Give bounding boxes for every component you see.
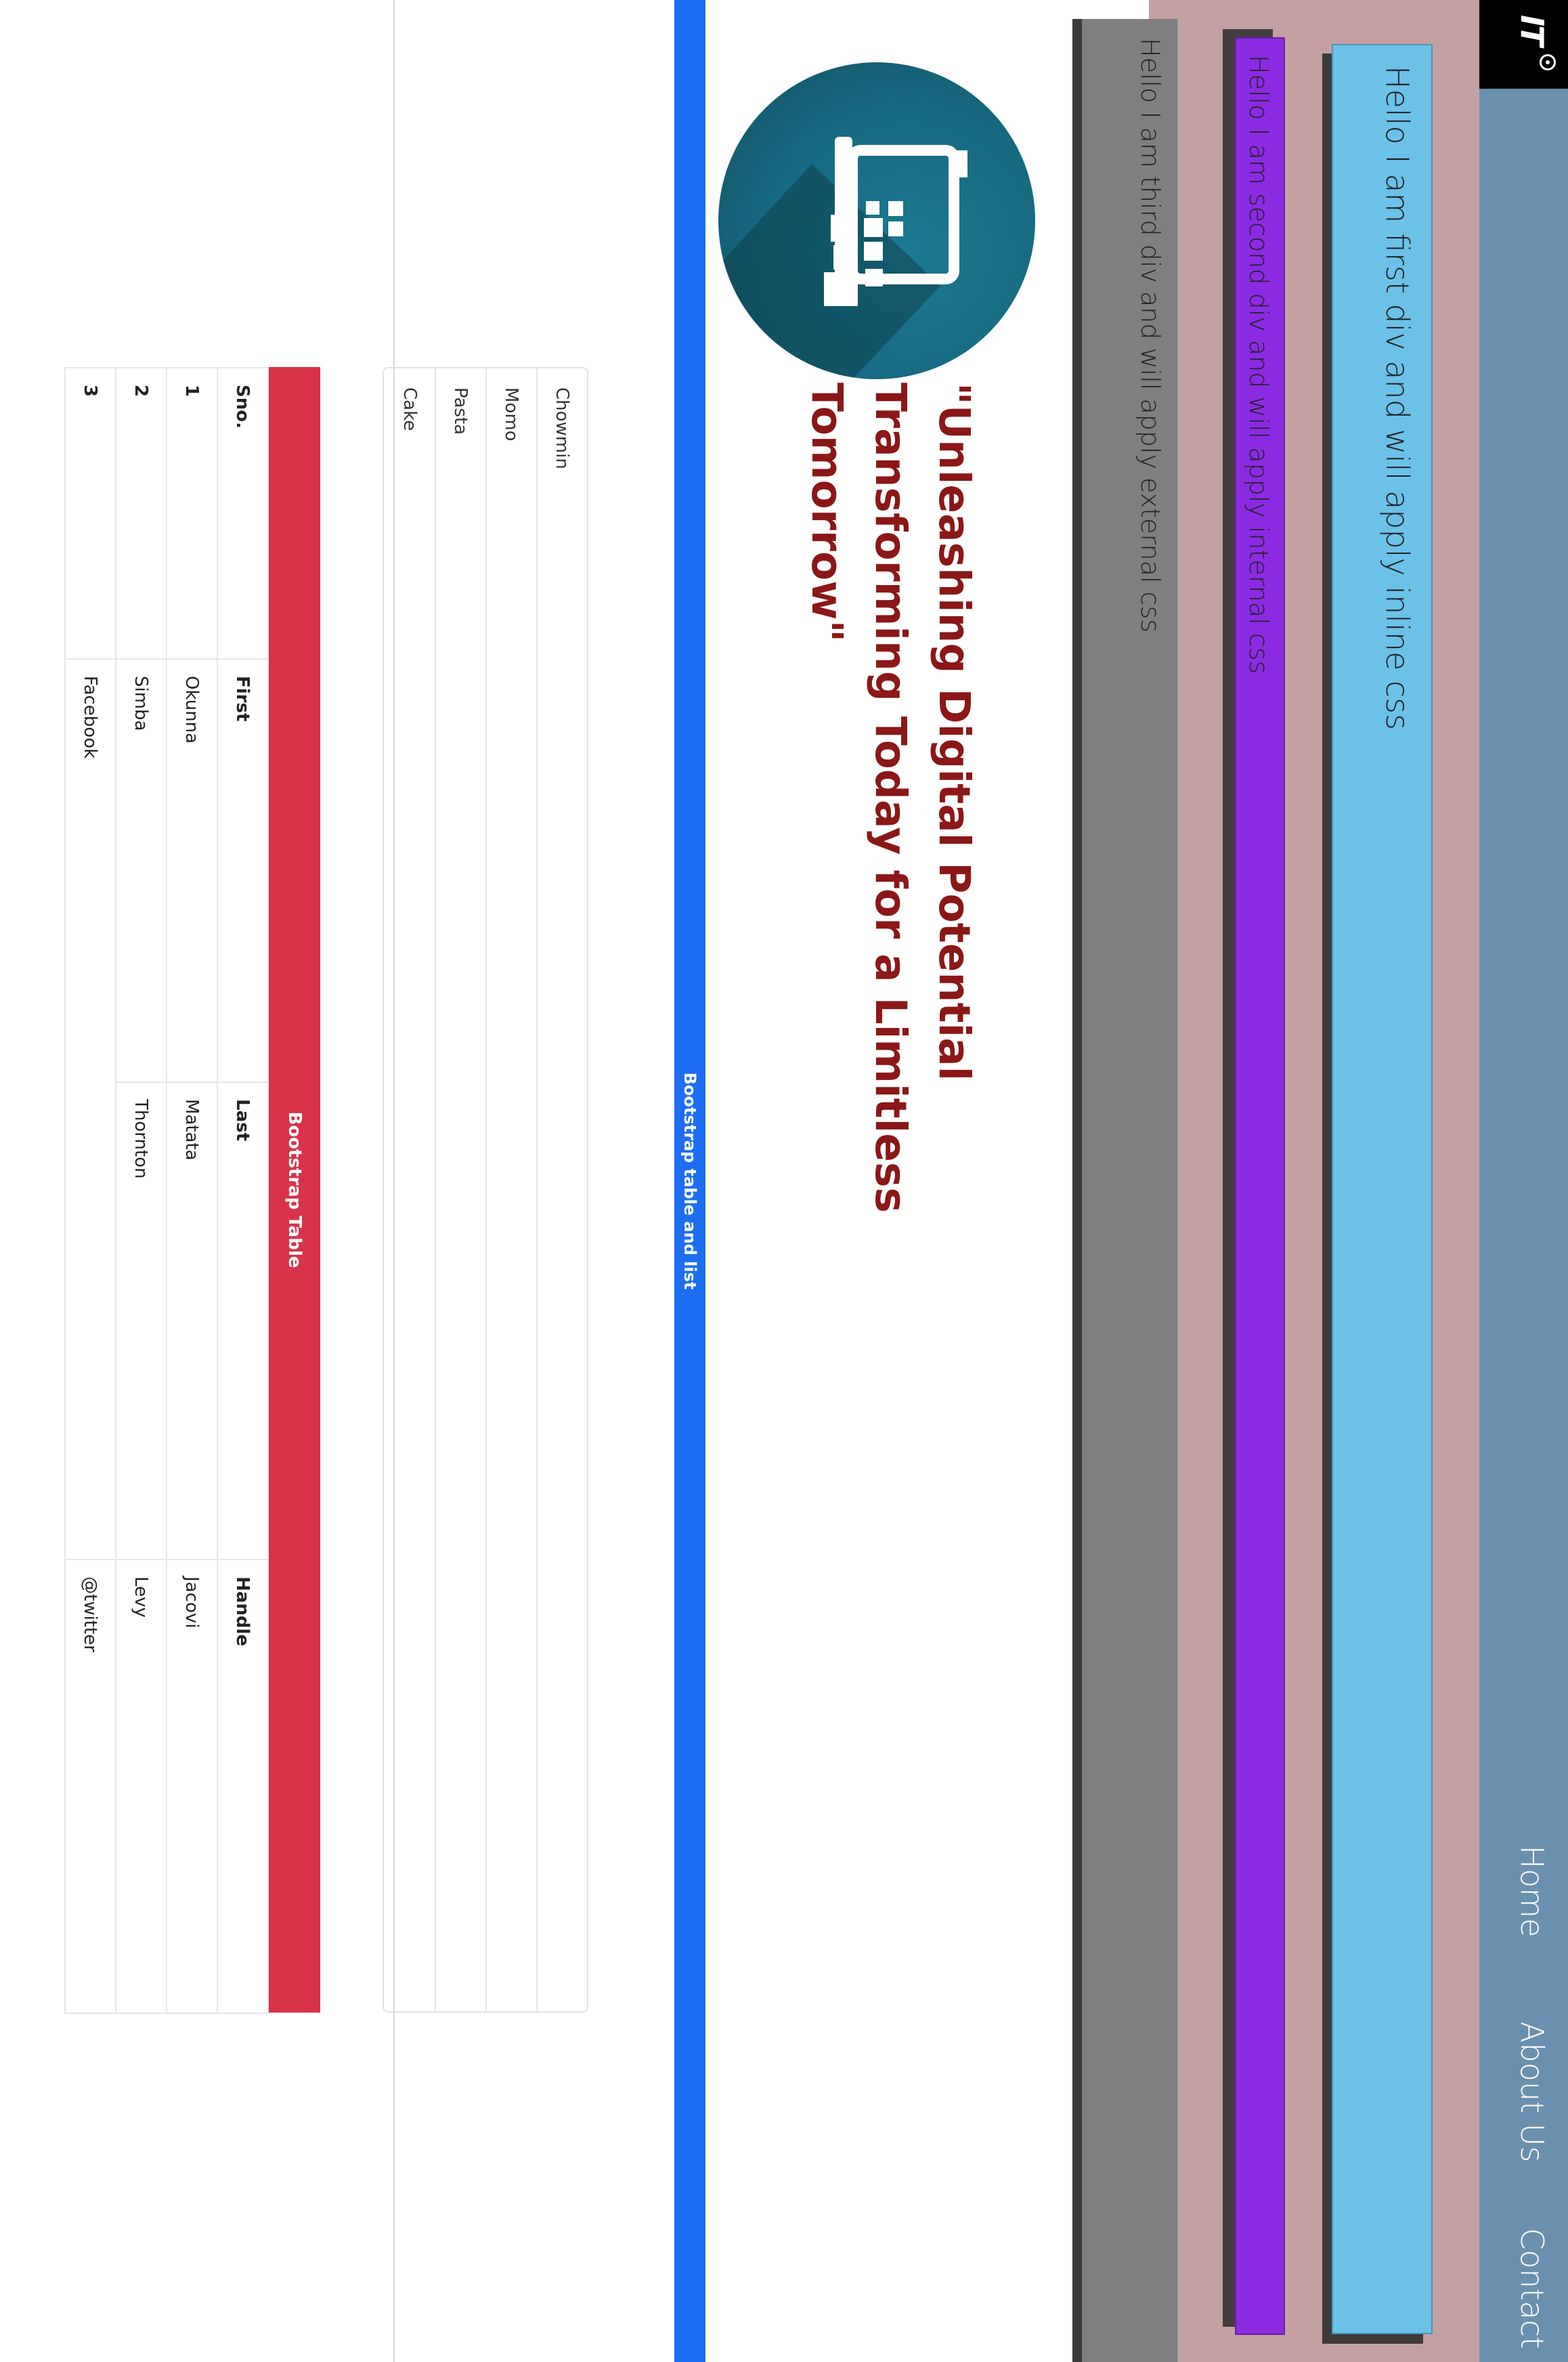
list-item: Cake [399,387,420,431]
cell-first: Okunna [167,659,217,1082]
table-caption: Bootstrap Table [269,367,320,2013]
third-div-external-css: Hello I am third div and will apply exte… [1082,19,1179,2362]
cell-handle: Jacovi [167,1560,217,2013]
nav-link-about-us[interactable]: About Us [1514,2021,1550,2162]
first-div-inline-css: Hello I am first div and will apply inli… [1332,44,1433,2334]
divider [393,0,395,2362]
data-table: Sno. First Last Handle 1 Okunna Matata J… [64,367,269,2014]
second-div-internal-css: Hello I am second div and will apply int… [1235,37,1285,2335]
section-heading-bar: Bootstrap table and list [674,0,705,2362]
list-item: Chowmin [536,368,587,2011]
table-row: 3 Facebook @twitter [65,368,116,2013]
section-heading: Bootstrap table and list [680,1072,699,1290]
cell-first-last: Facebook [65,659,116,1560]
nav-link-contact[interactable]: Contact [1514,2228,1550,2349]
header-first: First [217,659,268,1082]
nav-link-home[interactable]: Home [1514,1845,1550,1937]
cell-last: Matata [167,1082,217,1560]
cell-sno: 1 [167,368,217,659]
food-list: Chowmin Momo Pasta Cake [383,367,588,2013]
header-last: Last [217,1082,268,1560]
cell-sno: 2 [116,368,167,659]
table-row: 1 Okunna Matata Jacovi [167,368,217,2013]
list-item: Pasta [435,368,485,2011]
bootstrap-table: Bootstrap Table Sno. First Last Handle 1… [64,367,320,2013]
cell-handle: Levy [116,1560,167,2013]
hero-tagline-line1: "Unleashing Digital Potential [930,383,979,1081]
header-sno: Sno. [217,368,268,659]
brand-logo[interactable]: IT [1479,0,1568,89]
navbar: IT Home About Us Contact [1479,0,1568,2362]
cell-handle: @twitter [65,1560,116,2013]
page: IT Home About Us Contact Hello I am firs… [0,0,1568,2362]
header-handle: Handle [217,1560,268,2013]
hero-tagline: "Unleashing Digital Potential Transformi… [795,383,986,1466]
cell-first: Simba [116,659,167,1082]
cell-last: Thornton [116,1082,167,1560]
list-item: Momo [485,368,536,2011]
hero-laptop-icon [718,62,1035,379]
table-header-row: Sno. First Last Handle [217,368,268,2013]
brand-mark-icon [1540,54,1556,70]
table-row: 2 Simba Thornton Levy [116,368,167,2013]
brand-logo-text: IT [1514,15,1550,45]
cell-sno: 3 [65,368,116,659]
hero-tagline-line2: Transforming Today for a Limitless Tomor… [802,383,915,1213]
